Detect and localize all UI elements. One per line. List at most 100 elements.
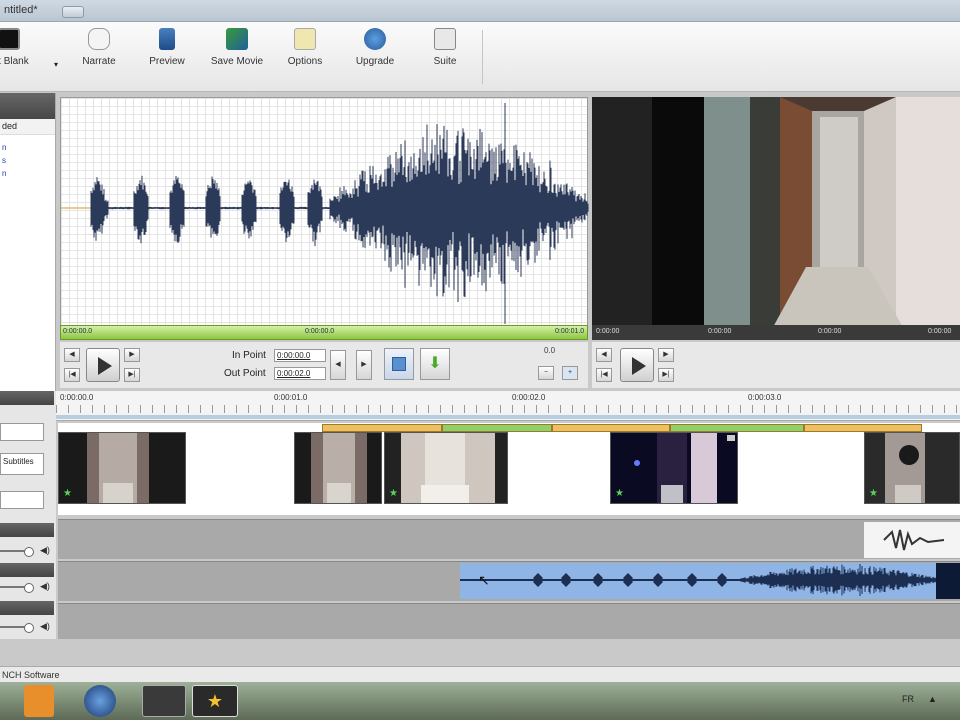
save-movie-label: Save Movie [210, 56, 264, 67]
transition-bar[interactable] [670, 424, 804, 432]
insert-blank-label: ert Blank [0, 56, 29, 67]
seek-bar[interactable] [56, 415, 960, 419]
video-clip[interactable] [294, 432, 382, 504]
end-button[interactable]: ▶| [124, 368, 140, 382]
preview-end-button[interactable]: ▶| [658, 368, 674, 382]
video-clip[interactable]: ★ [58, 432, 186, 504]
audio-waveform [459, 564, 938, 596]
transition-bar[interactable] [322, 424, 442, 432]
step-back-button[interactable]: ◀ [330, 350, 346, 380]
set-point-button[interactable] [384, 348, 414, 380]
suite-icon [434, 28, 456, 50]
out-point-label: Out Point [224, 368, 266, 379]
start-button[interactable]: |◀ [64, 368, 80, 382]
list-item[interactable]: n [0, 143, 55, 156]
star-app-icon[interactable]: ★ [192, 685, 238, 717]
window-button[interactable] [62, 6, 84, 18]
speaker-icon[interactable]: ◀) [40, 621, 50, 632]
out-point-field[interactable]: 0:00:02.0 [274, 367, 326, 380]
speaker-icon[interactable]: ◀) [40, 581, 50, 592]
status-text: NCH Software [2, 670, 60, 680]
narrate-label: Narrate [82, 56, 116, 67]
clip-transport: ◀ |◀ ▶ ▶| In Point 0:00:00.0 Out Point 0… [60, 342, 588, 388]
list-item[interactable]: s [0, 156, 55, 169]
transition-bar[interactable] [442, 424, 552, 432]
apply-button[interactable]: ⬇ [420, 348, 450, 380]
transition-bar[interactable] [552, 424, 670, 432]
options-label: Options [287, 56, 323, 67]
next-frame-button[interactable]: ▶ [124, 348, 140, 362]
audio-track-1[interactable] [58, 519, 960, 559]
media-list-panel: ded n s n [0, 93, 56, 391]
track-dropdown[interactable] [0, 491, 44, 509]
play-button[interactable] [86, 348, 120, 382]
audio-clip[interactable] [459, 563, 938, 599]
dropdown-arrow-icon[interactable]: ▾ [54, 60, 58, 69]
audio-track-3[interactable] [58, 603, 960, 639]
preview-time-label: 0:00:00 [928, 328, 952, 335]
audio-track-header [0, 523, 54, 537]
zoom-in-icon[interactable]: + [562, 366, 578, 380]
star-icon: ★ [615, 488, 624, 499]
preview-time-label: 0:00:00 [708, 328, 732, 335]
audio-waveform-panel[interactable] [60, 97, 589, 329]
video-clip[interactable]: ★ [864, 432, 960, 504]
narrate-button[interactable]: Narrate [68, 28, 130, 67]
preview-time-label: 0:00:00 [818, 328, 842, 335]
preview-timebar[interactable]: 0:00:00 0:00:00 0:00:00 0:00:00 [592, 325, 960, 340]
list-header-row: ded [0, 119, 55, 135]
audio-waveform [883, 529, 945, 551]
preview-prev-button[interactable]: ◀ [596, 348, 612, 362]
save-movie-button[interactable]: Save Movie [204, 28, 270, 67]
panel-header [0, 93, 55, 119]
video-clip[interactable]: ★ [384, 432, 508, 504]
suite-button[interactable]: Suite [414, 28, 476, 67]
preview-transport: ◀ |◀ ▶ ▶| [592, 342, 960, 388]
clip-range-bar[interactable]: 0:00:00.0 0:00:00.0 0:00:01.0 [60, 325, 588, 340]
track-select[interactable] [0, 423, 44, 441]
audio-track-header [0, 601, 54, 615]
ruler-tick: 0:00:00.0 [60, 393, 94, 402]
audio-clip-end [936, 563, 960, 599]
os-taskbar: ★ FR ▲ [0, 682, 960, 720]
volume-slider[interactable] [0, 583, 38, 593]
tray-arrow-icon[interactable]: ▲ [928, 694, 937, 704]
ruler-tick: 0:00:01.0 [274, 393, 308, 402]
video-preview [592, 97, 960, 329]
upgrade-icon [364, 28, 386, 50]
list-item[interactable]: n [0, 169, 55, 182]
preview-button[interactable]: Preview [136, 28, 198, 67]
language-indicator[interactable]: FR [902, 694, 914, 704]
video-track[interactable] [58, 423, 960, 515]
volume-slider[interactable] [0, 547, 38, 557]
preview-start-button[interactable]: |◀ [596, 368, 612, 382]
zoom-label: 0.0 [544, 346, 556, 355]
subtitles-button[interactable]: Subtitles [0, 453, 44, 475]
speaker-icon[interactable]: ◀) [40, 545, 50, 556]
options-button[interactable]: Options [274, 28, 336, 67]
narrate-icon [88, 28, 110, 50]
in-point-label: In Point [232, 350, 266, 361]
prev-frame-button[interactable]: ◀ [64, 348, 80, 362]
zoom-out-icon[interactable]: − [538, 366, 554, 380]
media-player-icon[interactable] [24, 685, 54, 717]
taskbar-app-button[interactable] [142, 685, 186, 717]
blank-clip-icon [0, 28, 20, 50]
in-point-field[interactable]: 0:00:00.0 [274, 349, 326, 362]
main-toolbar: ert Blank ▾ Narrate Preview Save Movie O… [0, 22, 960, 92]
audio-clip[interactable] [864, 522, 960, 558]
star-icon: ★ [869, 488, 878, 499]
volume-slider[interactable] [0, 623, 38, 633]
step-forward-button[interactable]: ▶ [356, 350, 372, 380]
preview-play-button[interactable] [620, 348, 654, 382]
ruler-tick: 0:00:02.0 [512, 393, 546, 402]
video-clip[interactable]: ★ [610, 432, 738, 504]
transition-bar[interactable] [804, 424, 922, 432]
timeline-ruler[interactable]: 0:00:00.0 0:00:01.0 0:00:02.0 0:00:03.0 [56, 391, 960, 421]
browser-icon[interactable] [84, 685, 116, 717]
preview-icon [159, 28, 175, 50]
upgrade-button[interactable]: Upgrade [344, 28, 406, 67]
preview-next-button[interactable]: ▶ [658, 348, 674, 362]
upgrade-label: Upgrade [355, 56, 395, 67]
insert-blank-button[interactable]: ert Blank [0, 28, 40, 67]
